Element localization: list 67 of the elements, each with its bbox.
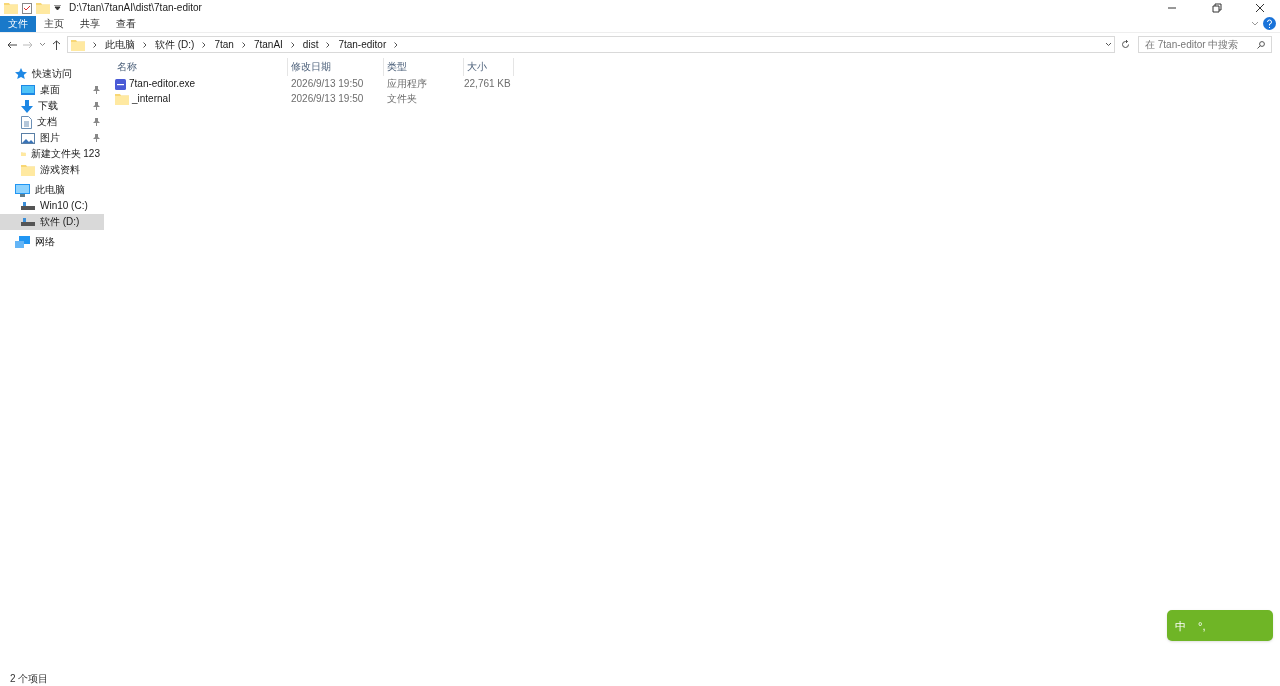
table-cell-text: 文件夹: [386, 93, 418, 105]
nav-item[interactable]: 网络: [0, 234, 104, 250]
column-header[interactable]: 名称: [114, 58, 288, 76]
nav-item[interactable]: 快速访问: [0, 66, 104, 82]
breadcrumb-item[interactable]: 7tanAI: [253, 38, 283, 51]
chevron-right-icon[interactable]: [241, 41, 246, 48]
refresh-icon[interactable]: [1121, 40, 1130, 49]
breadcrumb-item[interactable]: 7tan-editor: [338, 38, 387, 51]
chevron-right-icon[interactable]: [93, 41, 97, 48]
column-header[interactable]: 修改日期: [288, 58, 384, 76]
ribbon-tab[interactable]: 查看: [108, 16, 144, 32]
nav-item[interactable]: 桌面: [0, 82, 104, 98]
breadcrumb-item[interactable]: dist: [302, 38, 319, 51]
drive-icon: [21, 218, 35, 226]
folder-icon: [21, 164, 35, 176]
breadcrumb-item[interactable]: 软件 (D:): [155, 38, 195, 51]
nav-item[interactable]: 新建文件夹 123: [0, 146, 104, 162]
folder-icon: [71, 38, 85, 51]
item-count: 2 个项目: [10, 673, 49, 685]
address-bar[interactable]: 此电脑 软件 (D:) 7tan 7tanAI dist 7tan-editor: [67, 36, 1115, 53]
nav-item[interactable]: Win10 (C:): [0, 198, 104, 214]
nav-item[interactable]: 软件 (D:): [0, 214, 104, 230]
chevron-right-icon[interactable]: [394, 41, 399, 48]
window-title: D:\7tan\7tanAI\dist\7tan-editor: [69, 2, 202, 14]
breadcrumb-item[interactable]: 7tan: [214, 38, 234, 51]
monitor-icon: [15, 183, 30, 197]
document-icon: [21, 115, 32, 129]
nav-item[interactable]: 下载: [0, 98, 104, 114]
folder-icon: [4, 2, 18, 14]
file-name[interactable]: _internal: [114, 93, 288, 105]
breadcrumb-item[interactable]: 此电脑: [105, 38, 135, 51]
column-header[interactable]: 大小: [464, 58, 514, 76]
folder-icon: [115, 93, 129, 105]
chevron-right-icon[interactable]: [326, 41, 331, 48]
ribbon-tab[interactable]: 文件: [0, 16, 36, 32]
file-name[interactable]: 7tan-editor.exe: [114, 78, 288, 90]
table-cell-text: 2026/9/13 19:50: [290, 93, 365, 105]
search-icon: [1257, 40, 1265, 49]
nav-item[interactable]: 图片: [0, 130, 104, 146]
back-arrow-icon[interactable]: [7, 40, 17, 49]
new-folder-icon: [36, 2, 50, 14]
chevron-right-icon[interactable]: [143, 41, 147, 48]
help-icon[interactable]: [1263, 17, 1276, 30]
ribbon-tab[interactable]: 共享: [72, 16, 108, 32]
image-icon: [21, 132, 35, 144]
drive-icon: [21, 202, 35, 210]
dropdown-icon[interactable]: [54, 5, 61, 11]
table-cell-text: 2026/9/13 19:50: [290, 78, 365, 90]
network-icon: [15, 235, 30, 249]
desktop-icon: [21, 84, 35, 96]
search-field[interactable]: 在 7tan-editor 中搜索: [1138, 36, 1272, 53]
ribbon-tab[interactable]: 主页: [36, 16, 72, 32]
column-header[interactable]: 类型: [384, 58, 464, 76]
download-arrow-icon: [21, 99, 33, 113]
chevron-right-icon[interactable]: [202, 41, 207, 48]
table-cell-text: 应用程序: [386, 78, 428, 90]
chevron-right-icon[interactable]: [290, 41, 295, 48]
chevron-down-icon[interactable]: [1105, 42, 1112, 47]
table-cell-text: 22,761 KB: [464, 78, 512, 90]
star-icon: [15, 68, 27, 80]
chevron-down-icon[interactable]: [39, 42, 46, 47]
nav-item[interactable]: 游戏资料: [0, 162, 104, 178]
app-icon: [115, 78, 126, 90]
up-arrow-icon[interactable]: [52, 39, 61, 50]
nav-item[interactable]: 文档: [0, 114, 104, 130]
properties-icon[interactable]: [22, 2, 32, 14]
nav-item[interactable]: 此电脑: [0, 182, 104, 198]
